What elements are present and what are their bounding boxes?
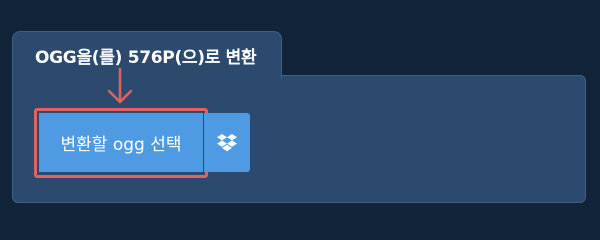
converter-tab[interactable]: OGG을(를) 576P(으)로 변환 [12, 31, 282, 79]
select-button-label: 변환할 ogg 선택 [60, 135, 182, 155]
dropbox-button[interactable] [204, 113, 250, 172]
select-ogg-file-button[interactable]: 변환할 ogg 선택 [39, 113, 203, 172]
tab-title: OGG을(를) 576P(으)로 변환 [35, 48, 257, 68]
arrow-down-icon [107, 68, 133, 104]
dropbox-icon [217, 133, 237, 151]
